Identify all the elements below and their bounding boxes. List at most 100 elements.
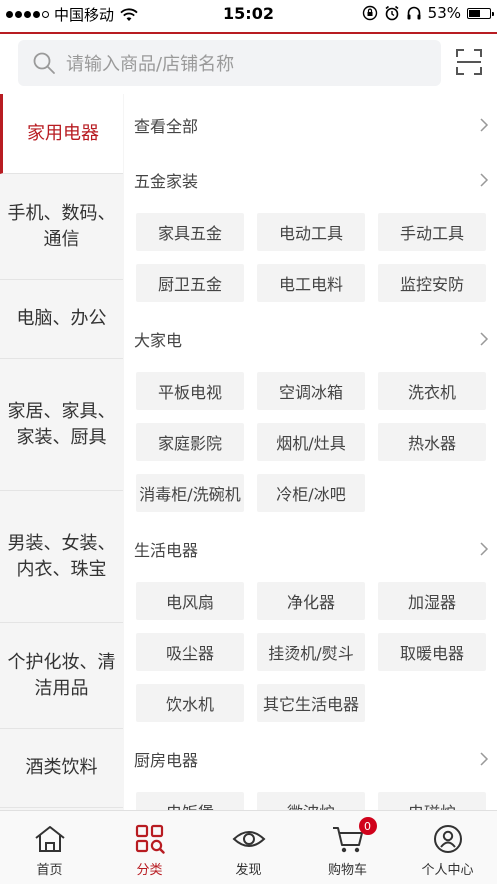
tag-label: 手动工具 xyxy=(399,224,464,243)
tab-label: 首页 xyxy=(36,863,63,878)
sidebar-item-label: 酒类饮料 xyxy=(25,757,98,778)
view-all-link[interactable]: 查看全部 xyxy=(134,110,489,140)
cart-badge: 0 xyxy=(358,817,377,835)
section-title: 五金家装 xyxy=(134,172,199,191)
subcategory-tag[interactable]: 电饭煲 xyxy=(136,792,244,810)
section-header-major-appliances[interactable]: 大家电 xyxy=(134,324,489,354)
tag-label: 家庭影院 xyxy=(157,434,222,453)
section-header-hardware[interactable]: 五金家装 xyxy=(134,165,489,195)
subcategory-tag[interactable]: 挂烫机/熨斗 xyxy=(257,633,365,671)
rotation-lock-icon xyxy=(362,5,377,21)
status-right: 53% xyxy=(362,4,494,22)
search-header: 请输入商品/店铺名称 xyxy=(0,34,497,94)
battery-fill xyxy=(469,9,480,17)
tag-label: 加湿器 xyxy=(407,593,456,612)
tag-label: 冷柜/冰吧 xyxy=(276,485,346,504)
sidebar-item-phones-digital[interactable]: 手机、数码、通信 xyxy=(0,174,123,280)
subcategory-tag[interactable]: 电动工具 xyxy=(257,213,365,251)
subcategory-tag[interactable]: 消毒柜/洗碗机 xyxy=(136,474,244,512)
section-title: 大家电 xyxy=(134,331,183,350)
subcategory-tag[interactable]: 吸尘器 xyxy=(136,633,244,671)
bottom-tab-bar: 首页 分类 发现 0 购物车 个人中心 xyxy=(0,810,497,884)
tag-label: 其它生活电器 xyxy=(262,695,359,714)
tag-label: 空调冰箱 xyxy=(278,383,343,402)
tab-cart[interactable]: 0 购物车 xyxy=(298,811,397,884)
subcategory-tag[interactable]: 空调冰箱 xyxy=(257,372,365,410)
category-sidebar: 家用电器 手机、数码、通信 电脑、办公 家居、家具、家装、厨具 男装、女装、内衣… xyxy=(0,94,125,810)
sidebar-item-home-furniture[interactable]: 家居、家具、家装、厨具 xyxy=(0,359,123,491)
chevron-right-icon xyxy=(480,542,489,556)
eye-icon xyxy=(232,831,265,847)
tab-category[interactable]: 分类 xyxy=(100,811,199,884)
subcategory-tag[interactable]: 饮水机 xyxy=(136,684,244,722)
section-header-living-appliances[interactable]: 生活电器 xyxy=(134,534,489,564)
user-icon xyxy=(433,825,462,853)
battery-icon xyxy=(467,7,494,19)
tab-label: 分类 xyxy=(136,863,163,878)
search-icon xyxy=(33,52,55,74)
subcategory-tag[interactable]: 烟机/灶具 xyxy=(257,423,365,461)
subcategory-tag[interactable]: 净化器 xyxy=(257,582,365,620)
subcategory-panel: 查看全部 五金家装 家具五金 电动工具 手动工具 厨卫五金 电工电料 监控安防 … xyxy=(124,94,497,810)
tag-label: 洗衣机 xyxy=(407,383,456,402)
tag-label: 消毒柜/洗碗机 xyxy=(139,485,241,504)
tag-label: 挂烫机/熨斗 xyxy=(268,644,354,663)
category-icon xyxy=(135,824,165,854)
subcategory-tag[interactable]: 家庭影院 xyxy=(136,423,244,461)
sidebar-item-apparel-jewelry[interactable]: 男装、女装、内衣、珠宝 xyxy=(0,491,123,623)
sidebar-item-label: 男装、女装、内衣、珠宝 xyxy=(7,532,116,580)
tag-label: 取暖电器 xyxy=(399,644,464,663)
subcategory-tag[interactable]: 厨卫五金 xyxy=(136,264,244,302)
tag-label: 净化器 xyxy=(286,593,335,612)
tag-label: 电动工具 xyxy=(278,224,343,243)
subcategory-tag[interactable]: 其它生活电器 xyxy=(257,684,365,722)
sidebar-item-home-appliances[interactable]: 家用电器 xyxy=(0,94,123,174)
tag-label: 烟机/灶具 xyxy=(276,434,346,453)
tab-profile[interactable]: 个人中心 xyxy=(398,811,497,884)
sidebar-item-computers-office[interactable]: 电脑、办公 xyxy=(0,280,123,359)
tag-label: 吸尘器 xyxy=(165,644,214,663)
tag-label: 饮水机 xyxy=(165,695,214,714)
subcategory-tag[interactable]: 微波炉 xyxy=(257,792,365,810)
sidebar-item-label: 个护化妆、清洁用品 xyxy=(7,651,116,699)
subcategory-tag[interactable]: 洗衣机 xyxy=(378,372,486,410)
subcategory-tag[interactable]: 电风扇 xyxy=(136,582,244,620)
sidebar-item-label: 手机、数码、通信 xyxy=(7,202,116,250)
tag-label: 热水器 xyxy=(407,434,456,453)
sidebar-item-beverages[interactable]: 酒类饮料 xyxy=(0,729,123,808)
subcategory-tag[interactable]: 加湿器 xyxy=(378,582,486,620)
section-header-kitchen-appliances[interactable]: 厨房电器 xyxy=(134,744,489,774)
sidebar-item-personal-care[interactable]: 个护化妆、清洁用品 xyxy=(0,623,123,729)
tab-discover[interactable]: 发现 xyxy=(199,811,298,884)
subcategory-tag[interactable]: 冷柜/冰吧 xyxy=(257,474,365,512)
section-title: 生活电器 xyxy=(134,541,199,560)
tab-home[interactable]: 首页 xyxy=(0,811,99,884)
subcategory-tag[interactable]: 手动工具 xyxy=(378,213,486,251)
subcategory-tag[interactable]: 监控安防 xyxy=(378,264,486,302)
subcategory-tag[interactable]: 电工电料 xyxy=(257,264,365,302)
tab-label: 个人中心 xyxy=(421,863,474,878)
sidebar-item-label: 家用电器 xyxy=(27,122,99,144)
view-all-label: 查看全部 xyxy=(134,117,199,136)
subcategory-tag[interactable]: 家具五金 xyxy=(136,213,244,251)
battery-percent: 53% xyxy=(427,4,461,22)
subcategory-tag[interactable]: 电磁炉 xyxy=(378,792,486,810)
sidebar-item-label: 电脑、办公 xyxy=(16,308,107,329)
chevron-right-icon xyxy=(480,752,489,766)
scan-icon[interactable] xyxy=(455,48,483,76)
tag-label: 家具五金 xyxy=(157,224,222,243)
subcategory-tag[interactable]: 取暖电器 xyxy=(378,633,486,671)
headphones-icon xyxy=(407,6,421,20)
tag-label: 平板电视 xyxy=(157,383,222,402)
home-icon xyxy=(34,826,65,852)
search-input[interactable]: 请输入商品/店铺名称 xyxy=(18,40,441,86)
search-placeholder: 请输入商品/店铺名称 xyxy=(66,54,235,75)
status-bar: 中国移动 15:02 53% xyxy=(0,0,497,28)
subcategory-tag[interactable]: 热水器 xyxy=(378,423,486,461)
subcategory-tag[interactable]: 平板电视 xyxy=(136,372,244,410)
section-title: 厨房电器 xyxy=(134,751,199,770)
tag-label: 电饭煲 xyxy=(166,799,214,810)
tab-label: 购物车 xyxy=(327,863,367,878)
tag-label: 电磁炉 xyxy=(408,799,456,810)
alarm-icon xyxy=(385,5,399,21)
